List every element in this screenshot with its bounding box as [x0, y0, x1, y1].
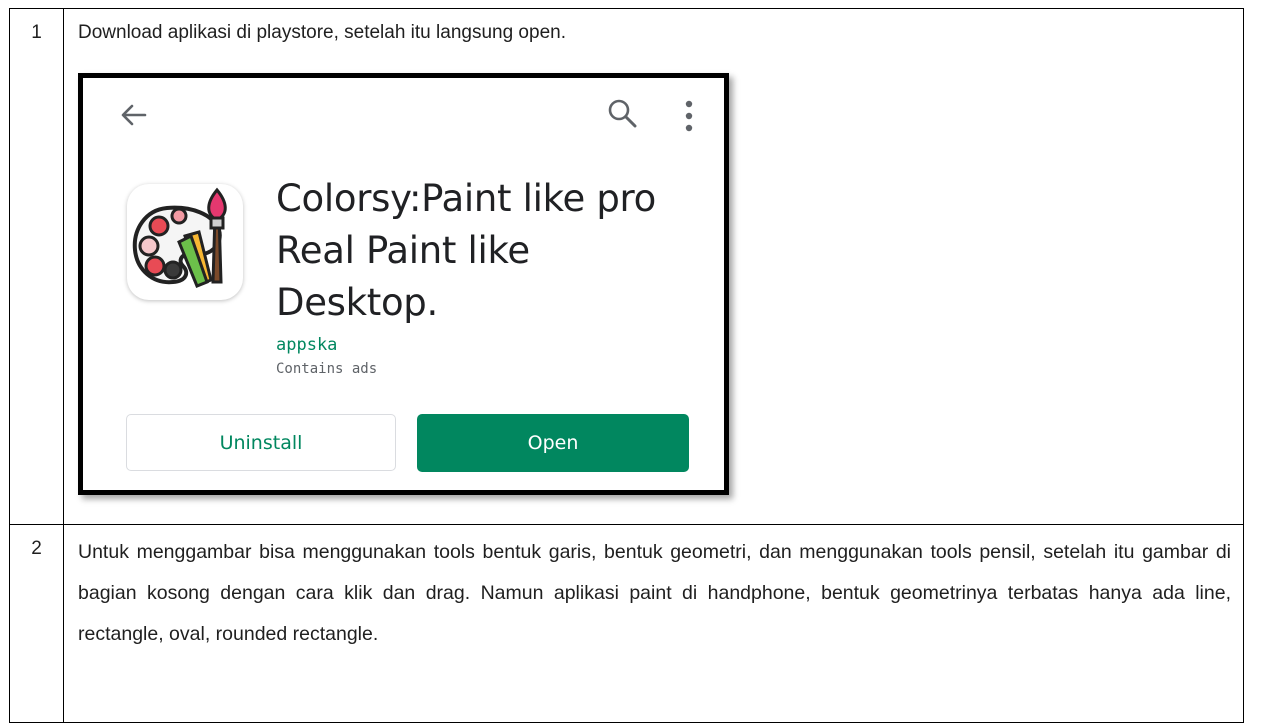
step-number-1: 1 [9, 8, 64, 525]
uninstall-button[interactable]: Uninstall [126, 414, 396, 471]
step-number-2: 2 [9, 524, 64, 723]
step-row-2: 2 Untuk menggambar bisa menggunakan tool… [9, 524, 1244, 723]
step-content-2: Untuk menggambar bisa menggunakan tools … [63, 524, 1244, 723]
step-text-1: Download aplikasi di playstore, setelah … [78, 22, 566, 43]
step-text-2: Untuk menggambar bisa menggunakan tools … [78, 541, 1231, 645]
more-vert-icon[interactable] [679, 96, 699, 136]
app-title: Colorsy:Paint like pro Real Paint like D… [276, 177, 656, 324]
steps-table: 1 Download aplikasi di playstore, setela… [9, 8, 1244, 723]
developer-link[interactable]: appska [276, 334, 337, 356]
contains-ads-note: Contains ads [276, 361, 378, 377]
search-icon[interactable] [605, 96, 639, 130]
palette-brush-app-icon [127, 184, 243, 300]
step-content-1: Download aplikasi di playstore, setelah … [63, 8, 1244, 525]
step-row-1: 1 Download aplikasi di playstore, setela… [9, 8, 1244, 525]
arrow-back-icon[interactable] [117, 98, 151, 132]
playstore-screenshot: Colorsy:Paint like pro Real Paint like D… [78, 73, 729, 495]
open-button[interactable]: Open [417, 414, 689, 472]
